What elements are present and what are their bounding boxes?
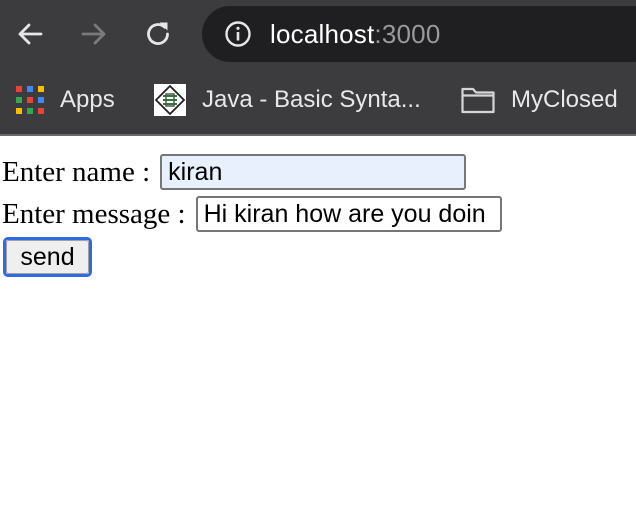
reload-button[interactable] [138,14,178,54]
apps-grid-icon [16,86,44,114]
back-arrow-icon [18,23,43,45]
bookmark-folder-myclosed[interactable]: MyClosed [461,82,618,118]
bookmark-apps-label: Apps [60,86,115,113]
bookmark-myclosed-label: MyClosed [511,86,618,113]
message-label: Enter message : [2,197,186,230]
info-icon[interactable] [224,20,252,48]
message-row: Enter message : [2,193,502,235]
name-input[interactable] [160,154,467,190]
name-row: Enter name : [2,151,467,193]
forward-arrow-icon [81,23,106,45]
page-content: Enter name : Enter message : send [0,136,636,508]
bookmarks-bar: Apps Java - Basic Synta... MyClosed [0,70,636,134]
back-button[interactable] [10,14,50,54]
message-input[interactable] [195,196,502,232]
send-button-label: send [6,240,89,274]
send-button[interactable]: send [3,237,92,277]
forward-button[interactable] [74,14,114,54]
url-port: :3000 [374,19,441,49]
bookmark-java-basic-syntax[interactable]: Java - Basic Synta... [154,82,421,118]
bookmark-apps[interactable]: Apps [16,82,115,118]
address-bar[interactable]: localhost:3000 [202,6,636,62]
browser-chrome: localhost:3000 Apps Java - Basic Synta..… [0,0,636,136]
name-label: Enter name : [2,155,151,188]
browser-toolbar: localhost:3000 [0,0,636,70]
bookmark-java-label: Java - Basic Synta... [202,86,421,113]
url-text[interactable]: localhost:3000 [270,20,441,48]
url-host: localhost [270,19,375,49]
folder-icon [461,87,495,114]
reload-icon [147,22,169,45]
java-favicon-icon [154,84,186,116]
